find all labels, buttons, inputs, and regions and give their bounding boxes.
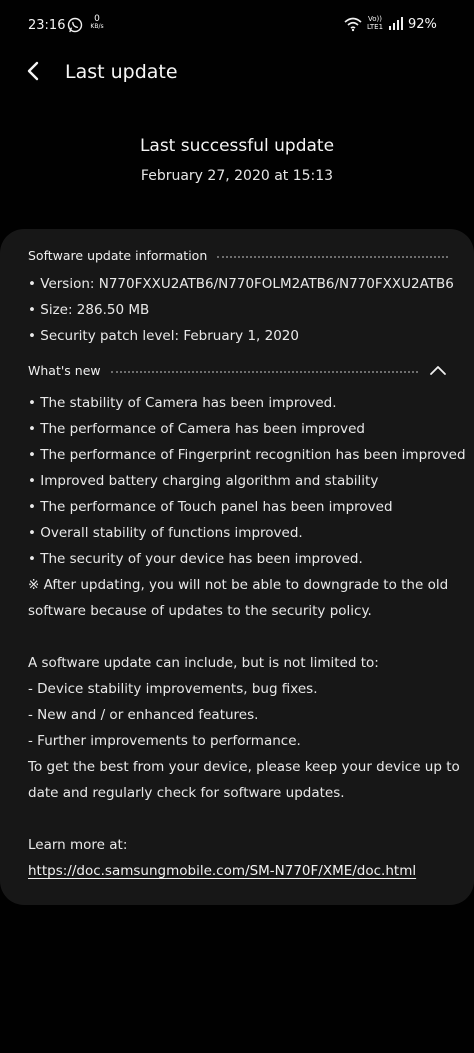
whats-new-list: • The stability of Camera has been impro… (28, 390, 466, 884)
info-line: - Further improvements to performance. (28, 733, 301, 749)
info-line: To get the best from your device, please… (28, 759, 460, 775)
volte-bottom: LTE1 (366, 23, 384, 31)
summary-title: Last successful update (139, 136, 335, 156)
info-line: A software update can include, but is no… (28, 655, 379, 671)
status-time: 23:16 (28, 18, 66, 33)
chevron-left-icon (27, 61, 39, 81)
battery-level: 92% (408, 17, 437, 32)
network-speed-unit: KB/s (90, 23, 104, 30)
notice-line: software because of updates to the secur… (28, 603, 372, 619)
network-speed: 0 KB/s (88, 15, 106, 31)
app-header: Last update (0, 48, 474, 96)
info-line: - Device stability improvements, bug fix… (28, 681, 318, 697)
chevron-up-icon[interactable] (428, 363, 448, 377)
list-item: • Overall stability of functions improve… (28, 525, 303, 541)
section-divider (110, 370, 418, 373)
signal-icon (388, 17, 404, 31)
list-item: • The security of your device has been i… (28, 551, 363, 567)
network-speed-value: 0 (94, 14, 100, 24)
info-line: - New and / or enhanced features. (28, 707, 259, 723)
back-button[interactable] (18, 56, 48, 86)
info-line: date and regularly check for software up… (28, 785, 345, 801)
list-item: • The performance of Touch panel has bee… (28, 499, 393, 515)
software-info-heading: Software update information (28, 247, 208, 263)
volte-indicator: Vo)) LTE1 (364, 15, 386, 31)
list-item: • The performance of Fingerprint recogni… (28, 447, 466, 463)
whats-new-heading: What's new (28, 362, 101, 378)
page-title: Last update (65, 61, 178, 83)
list-item: • Version: N770FXXU2ATB6/N770FOLM2ATB6/N… (28, 276, 454, 292)
software-info-list: • Version: N770FXXU2ATB6/N770FOLM2ATB6/N… (28, 271, 458, 349)
learn-more-label: Learn more at: (28, 837, 128, 853)
list-item: • Security patch level: February 1, 2020 (28, 328, 299, 344)
software-info-header: Software update information (28, 245, 448, 265)
summary-date: February 27, 2020 at 15:13 (140, 168, 334, 184)
list-item: • Size: 286.50 MB (28, 302, 150, 318)
section-divider (217, 255, 448, 258)
update-details-card: Software update information • Version: N… (0, 229, 474, 905)
wifi-icon (343, 16, 363, 32)
list-item: • The performance of Camera has been imp… (28, 421, 366, 437)
volte-top: Vo)) (368, 15, 382, 23)
list-item: • Improved battery charging algorithm an… (28, 473, 379, 489)
notice-line: ※ After updating, you will not be able t… (28, 577, 449, 593)
list-item: • The stability of Camera has been impro… (28, 395, 337, 411)
status-bar: 23:16 0 KB/s Vo)) LTE1 92% (0, 0, 474, 48)
whats-new-header[interactable]: What's new (28, 360, 448, 380)
learn-more-link[interactable]: https://doc.samsungmobile.com/SM-N770F/X… (28, 863, 416, 879)
whatsapp-icon (67, 17, 83, 33)
